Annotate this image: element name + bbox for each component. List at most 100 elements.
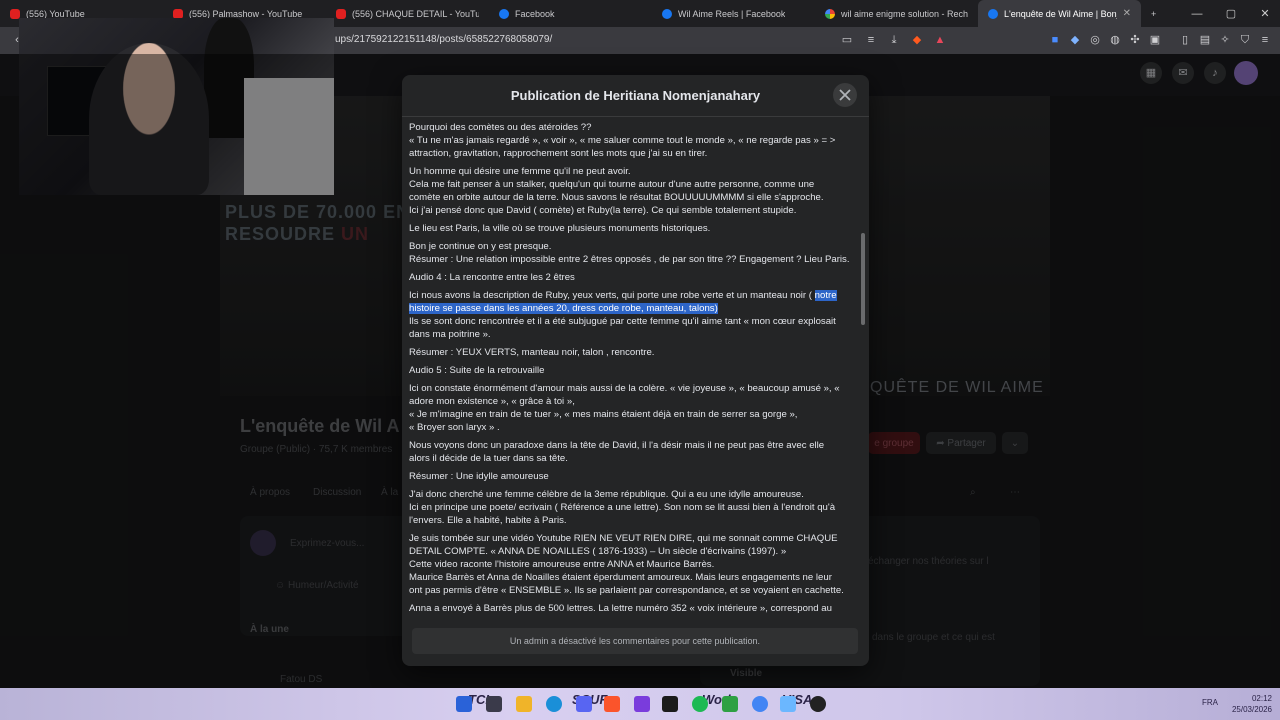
window-close-icon[interactable]: ✕	[1248, 0, 1280, 27]
reader-icon[interactable]: ≡	[864, 33, 878, 47]
selected-text: histoire se passe dans les années 20, dr…	[409, 303, 718, 314]
post-line: ont pas permis d'être « ENSEMBLE ». Ils …	[409, 585, 844, 596]
post-line: Ici nous avons la description de Ruby, y…	[409, 289, 859, 302]
vpn-icon[interactable]: ⛉	[1238, 33, 1252, 47]
post-paragraph: Bon je continue on y est presque. Résumer…	[409, 240, 859, 266]
post-line: « Je m'imagine en train de te tuer », « …	[409, 409, 798, 420]
modal-header: Publication de Heritiana Nomenjanahary	[402, 75, 869, 117]
new-tab-button[interactable]: +	[1141, 0, 1166, 27]
post-paragraph: Résumer : Une idylle amoureuse	[409, 470, 859, 483]
discord-icon[interactable]	[576, 696, 592, 712]
post-paragraph: Ici on constate énormément d'amour mais …	[409, 382, 859, 434]
post-line: Ici on constate énormément d'amour mais …	[409, 383, 840, 394]
extension-icon-3[interactable]: ◎	[1088, 33, 1102, 47]
post-line: Nous voyons donc un paradoxe dans la têt…	[409, 440, 825, 451]
facebook-icon	[988, 8, 998, 19]
post-paragraph: Je suis tombée sur une vidéo Youtube RIE…	[409, 532, 859, 597]
app-icon-blue[interactable]	[780, 696, 796, 712]
menu-icon[interactable]: ≡	[1258, 33, 1272, 47]
cast-icon[interactable]: ▭	[840, 33, 854, 47]
post-line: J'ai donc cherché une femme célèbre de l…	[409, 489, 804, 500]
post-paragraph: Résumer : YEUX VERTS, manteau noir, talo…	[409, 346, 859, 359]
post-line: Anna a envoyé à Barrès plus de 500 lettr…	[409, 603, 832, 614]
post-paragraph: Audio 4 : La rencontre entre les 2 êtres	[409, 271, 859, 284]
browser-tab-label: (556) CHAQUE DETAIL - YouTube	[352, 8, 479, 19]
close-tab-icon[interactable]: ✕	[1123, 8, 1131, 19]
post-line: Audio 5 : Suite de la retrouvaille	[409, 365, 545, 376]
post-paragraph: Un homme qui désire une femme qu'il ne p…	[409, 165, 859, 217]
browser-tab[interactable]: Facebook	[489, 0, 652, 27]
download-icon[interactable]: ⤓	[887, 33, 901, 47]
brave-shield-icon[interactable]: ◆	[910, 33, 924, 47]
url-field[interactable]: ups/217592122151148/posts/65852276805807…	[335, 34, 552, 45]
post-line: Résumer : Une idylle amoureuse	[409, 471, 549, 482]
post-paragraph: Nous voyons donc un paradoxe dans la têt…	[409, 439, 859, 465]
browser-tab[interactable]: (556) CHAQUE DETAIL - YouTube	[326, 0, 489, 27]
post-text: Pourquoi des comètes ou des atéroides ??…	[409, 121, 859, 618]
puzzle-icon[interactable]: ✣	[1128, 33, 1142, 47]
task-view-icon[interactable]	[486, 696, 502, 712]
modal-scrollbar[interactable]	[861, 233, 865, 325]
app-icon-green[interactable]	[722, 696, 738, 712]
edge-icon[interactable]	[546, 696, 562, 712]
extension-icon-1[interactable]: ■	[1048, 33, 1062, 47]
browser-tab-label: Wil Aime Reels | Facebook	[678, 8, 786, 19]
file-explorer-icon[interactable]	[516, 696, 532, 712]
start-icon[interactable]	[456, 696, 472, 712]
post-line: « Broyer son laryx » .	[409, 422, 500, 433]
post-line: Un homme qui désire une femme qu'il ne p…	[409, 166, 631, 177]
facebook-icon	[499, 8, 509, 19]
app-icon-purple[interactable]	[634, 696, 650, 712]
post-line: alors il décide de la tuer dans sa tête.	[409, 453, 568, 464]
wallet-icon[interactable]: ▤	[1198, 33, 1212, 47]
post-line: histoire se passe dans les années 20, dr…	[409, 302, 859, 315]
maximize-icon[interactable]: ▢	[1214, 0, 1248, 27]
post-line: adore mon existence », « grâce à toi »,	[409, 396, 575, 407]
post-line: attraction, gravitation, rapprochement s…	[409, 148, 708, 159]
brave-rewards-icon[interactable]: ▲	[933, 33, 947, 47]
app-icon-black[interactable]	[810, 696, 826, 712]
browser-tab-label: Facebook	[515, 8, 555, 19]
post-line: Audio 4 : La rencontre entre les 2 êtres	[409, 272, 575, 283]
sidebar-icon[interactable]: ▯	[1178, 33, 1192, 47]
browser-tab[interactable]: L'enquête de Wil Aime | Bonjour ✕	[978, 0, 1141, 27]
post-line: Je suis tombée sur une vidéo Youtube RIE…	[409, 533, 838, 544]
close-icon	[839, 89, 851, 101]
post-line: Le lieu est Paris, la ville où se trouve…	[409, 223, 711, 234]
extension-icon-2[interactable]: ◆	[1068, 33, 1082, 47]
browser-tab[interactable]: Wil Aime Reels | Facebook	[652, 0, 815, 27]
close-button[interactable]	[833, 83, 857, 107]
modal-title: Publication de Heritiana Nomenjanahary	[510, 88, 761, 103]
post-line: Cela me fait penser à un stalker, quelqu…	[409, 179, 815, 190]
google-icon	[825, 8, 835, 19]
minimize-icon[interactable]: —	[1180, 0, 1214, 27]
post-modal: Publication de Heritiana Nomenjanahary P…	[402, 75, 869, 666]
post-paragraph: Audio 5 : Suite de la retrouvaille	[409, 364, 859, 377]
post-line: Maurice Barrès et Anna de Noailles étaie…	[409, 572, 832, 583]
post-line: Résumer : YEUX VERTS, manteau noir, talo…	[409, 347, 655, 358]
app-icon-dark[interactable]	[662, 696, 678, 712]
windows-taskbar: TCL SCUF Work VISA FRA 02:12 25/03/2026	[0, 688, 1280, 720]
browser-tab-label: L'enquête de Wil Aime | Bonjour	[1004, 8, 1117, 19]
browser-tab[interactable]: wil aime enigme solution - Recherch	[815, 0, 978, 27]
language-indicator[interactable]: FRA	[1202, 698, 1218, 707]
post-line: Cette video raconte l'histoire amoureuse…	[409, 559, 715, 570]
post-line: Ici en principe une poete/ ecrivain ( Ré…	[409, 502, 836, 513]
post-line: comète en orbite autour de la terre. Nou…	[409, 192, 824, 203]
brave-icon[interactable]	[604, 696, 620, 712]
clock-time: 02:12	[1251, 694, 1272, 703]
chrome-icon[interactable]	[752, 696, 768, 712]
leo-icon[interactable]: ✧	[1218, 33, 1232, 47]
post-line: Ici j'ai pensé donc que David ( comète) …	[409, 205, 797, 216]
post-paragraph: Anna a envoyé à Barrès plus de 500 lettr…	[409, 602, 859, 615]
post-line: dans ma poitrine ».	[409, 329, 491, 340]
post-line: DETAIL COMPTE. « ANNA DE NOAILLES ( 1876…	[409, 546, 787, 557]
clock-date: 25/03/2026	[1231, 705, 1272, 714]
post-line: Résumer : Une relation impossible entre …	[409, 254, 850, 265]
system-clock[interactable]: 02:12 25/03/2026	[1232, 693, 1272, 715]
spotify-icon[interactable]	[692, 696, 708, 712]
extension-icon-5[interactable]: ▣	[1148, 33, 1162, 47]
facebook-icon	[662, 8, 672, 19]
browser-tab-label: (556) Palmashow - YouTube	[189, 8, 303, 19]
extension-icon-4[interactable]: ◍	[1108, 33, 1122, 47]
